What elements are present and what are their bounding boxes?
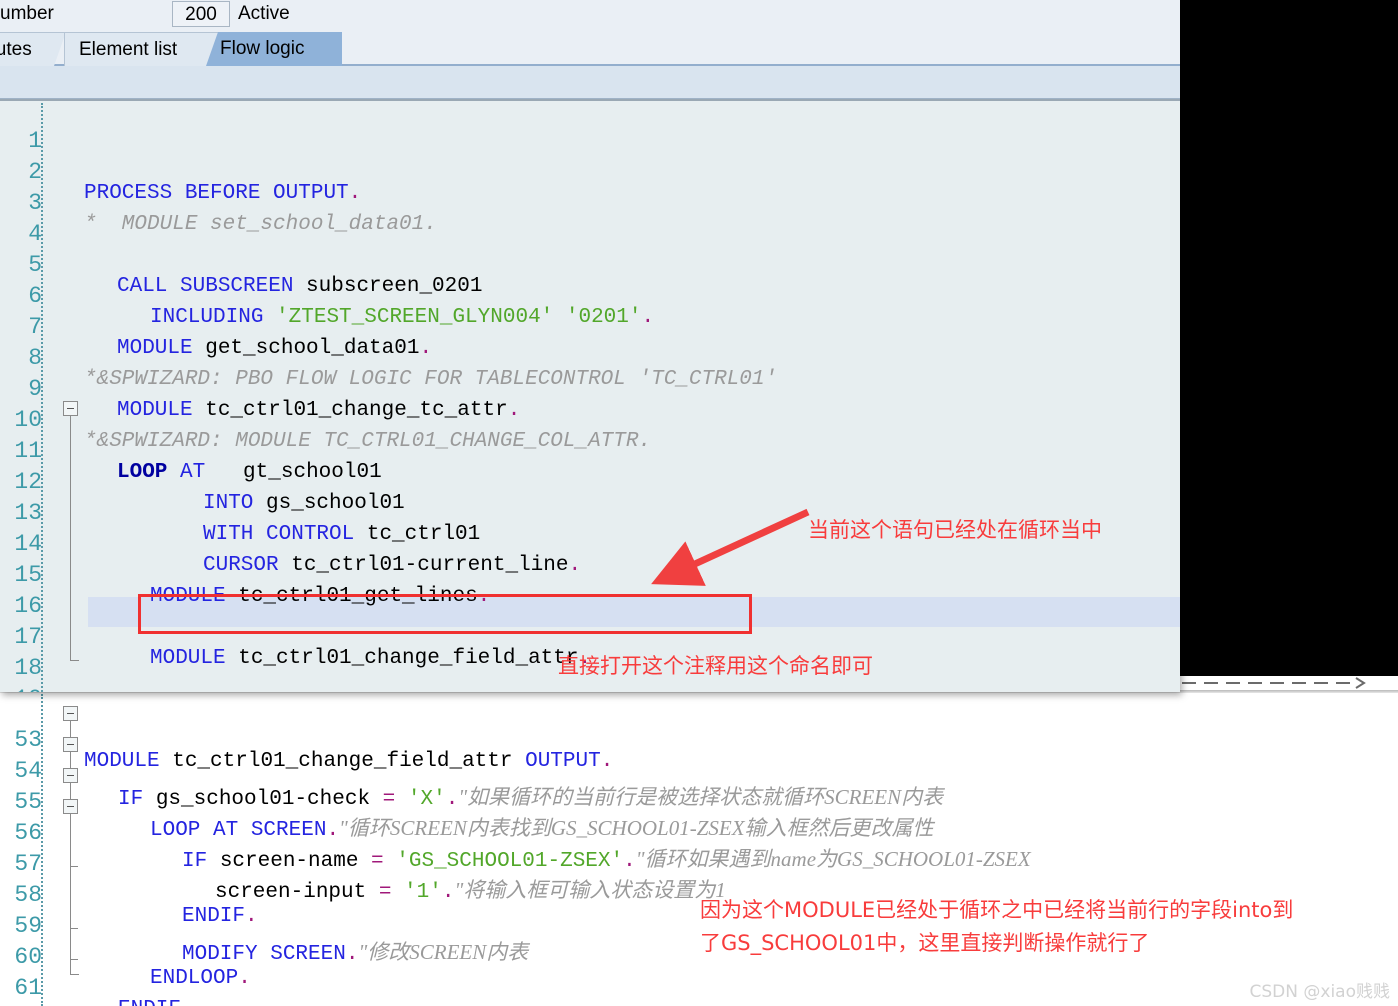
code-line[interactable]: 62 ENDMODULE. " TC_CTRL01_CHANGE_FIELD_A…	[0, 983, 1398, 1006]
code-line[interactable]: 56 IF screen-name = 'GS_SCHOOL01-ZSEX'."…	[0, 797, 1398, 873]
code-line[interactable]: 58 ENDIF.	[0, 859, 1398, 928]
bottom-annotation-line-2: 了GS_SCHOOL01中，这里直接判断操作就行了	[700, 931, 1150, 955]
code-line[interactable]: 13 WITH CONTROL tc_ctrl01	[0, 477, 1180, 546]
screen-number-label: umber	[0, 3, 54, 24]
code-line[interactable]: 60 ENDLOOP.	[0, 921, 1398, 990]
code-line[interactable]: 6 INCLUDING 'ZTEST_SCREEN_GLYN004' '0201…	[0, 260, 1180, 329]
code-line[interactable]: 2 PROCESS BEFORE OUTPUT.	[0, 136, 1180, 205]
tab-attributes[interactable]: ibutes	[0, 32, 66, 66]
screen-number-input[interactable]: 200	[172, 1, 230, 27]
code-line[interactable]: 9 MODULE tc_ctrl01_change_tc_attr.	[0, 353, 1180, 422]
tab-flow-logic[interactable]: Flow logic	[206, 32, 342, 66]
tab-bar: ibutes Element list Flow logic	[0, 30, 1180, 66]
tab-flow-logic-label: Flow logic	[220, 38, 305, 59]
code-line[interactable]: 8 *&SPWIZARD: PBO FLOW LOGIC FOR TABLECO…	[0, 322, 1180, 391]
screen-status-label: Active	[238, 3, 290, 24]
code-line[interactable]: 1	[0, 105, 1180, 154]
code-line[interactable]: 5 CALL SUBSCREEN subscreen_0201	[0, 229, 1180, 298]
screen-header-row: umber 200 Active	[0, 0, 1180, 30]
screenshot-root: 53 MODULE tc_ctrl01_change_field_attr OU…	[0, 0, 1398, 1006]
background-code-editor[interactable]: 53 MODULE tc_ctrl01_change_field_attr OU…	[0, 690, 1398, 1006]
code-line[interactable]: 4	[0, 198, 1180, 247]
tab-element-list-label: Element list	[79, 39, 178, 60]
code-line[interactable]: 3 * MODULE set_school_data01.	[0, 167, 1180, 236]
tab-attributes-label: ibutes	[0, 39, 32, 60]
code-line[interactable]: 61 ENDIF.	[0, 952, 1398, 1006]
code-line[interactable]: 12 INTO gs_school01	[0, 446, 1180, 515]
code-line[interactable]: 55 LOOP AT SCREEN."循环SCREEN内表找到GS_SCHOOL…	[0, 766, 1398, 842]
highlight-box-module-call	[138, 594, 752, 634]
code-line[interactable]: 54 IF gs_school01-check = 'X'."如果循环的当前行是…	[0, 735, 1398, 811]
code-line[interactable]: 10 *&SPWIZARD: MODULE TC_CTRL01_CHANGE_C…	[0, 384, 1180, 453]
line-number: 19	[0, 686, 42, 692]
flow-logic-code-editor[interactable]: 1 2 PROCESS BEFORE OUTPUT. 3 * MODULE se…	[0, 99, 1180, 692]
code-line[interactable]: 53 MODULE tc_ctrl01_change_field_attr OU…	[0, 704, 1398, 773]
code-line[interactable]: 57 screen-input = '1'."将输入框可输入状态设置为1	[0, 828, 1398, 904]
background-fill	[1180, 0, 1398, 676]
code-line[interactable]: 7 MODULE get_school_data01.	[0, 291, 1180, 360]
editor-toolbar[interactable]	[0, 66, 1180, 99]
bottom-annotation-line-1: 因为这个MODULE已经处于循环之中已经将当前行的字段into到	[700, 898, 1294, 922]
annotation-box-note: 直接打开这个注释用这个命名即可	[558, 654, 873, 678]
code-pane-top-rule	[0, 99, 1180, 101]
dashed-separator	[1182, 676, 1398, 690]
code-line[interactable]: 11 LOOP AT gt_school01	[0, 415, 1180, 484]
flow-logic-window[interactable]: umber 200 Active ibutes Element list Flo…	[0, 0, 1180, 692]
annotation-arrow-note: 当前这个语句已经处在循环当中	[808, 518, 1102, 542]
watermark: CSDN @xiao贱贱	[1249, 982, 1390, 1002]
